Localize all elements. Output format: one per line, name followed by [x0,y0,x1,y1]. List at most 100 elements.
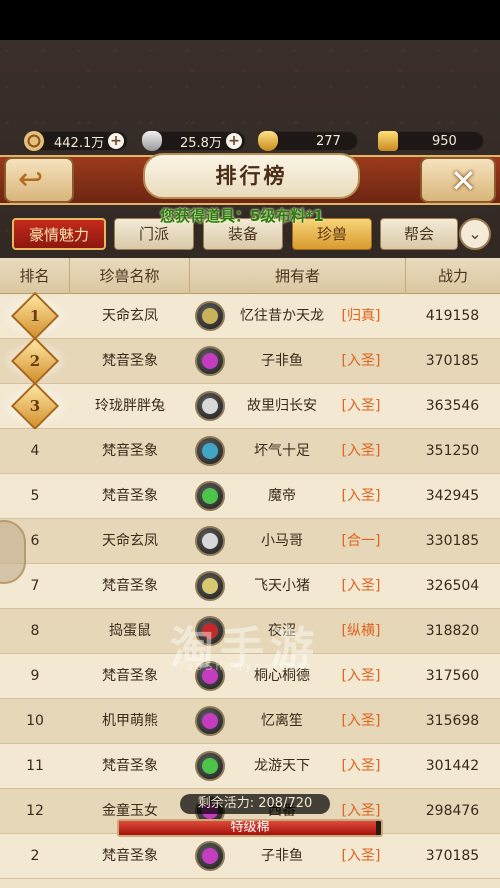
table-row[interactable]: 5 梵音圣象 魔帝 [入圣] 342945 [0,474,500,519]
power-cell: 326504 [425,578,480,594]
pet-avatar-icon[interactable] [195,301,225,331]
chevron-down-icon[interactable]: ⌄ [459,218,491,250]
table-row[interactable]: 2 梵音圣象 子非鱼 [入圣] 370185 [0,834,500,879]
add-silver-button[interactable]: + [226,133,242,149]
coins-display: 442.1万 + [22,128,132,154]
watermark-sub: TaoShouyou.com [178,660,314,673]
owner-cell: 龙游天下 [254,758,310,774]
power-cell: 301442 [425,758,480,774]
pet-name-cell: 梵音圣象 [102,443,158,459]
power-cell: 419158 [425,308,480,324]
pet-avatar-icon[interactable] [195,391,225,421]
power-cell: 370185 [425,353,480,369]
pet-name-cell: 机甲萌熊 [102,713,158,729]
power-cell: 298476 [425,803,480,819]
add-coins-button[interactable]: + [108,133,124,149]
back-arrow-icon: ↩ [18,162,44,197]
table-row[interactable]: 6 天命玄凤 小马哥 [合一] 330185 [0,519,500,564]
rank-cell: 10 [26,713,44,729]
rank-cell: 3 [29,397,41,415]
pet-name-cell: 梵音圣象 [102,848,158,864]
back-button[interactable]: ↩ [4,157,74,203]
faction-cell: [入圣] [341,578,381,594]
faction-cell: [入圣] [341,398,381,414]
pet-avatar-icon[interactable] [195,751,225,781]
faction-cell: [纵横] [341,623,381,639]
rank-cell: 9 [30,668,40,684]
gold-display: 277 [258,128,358,154]
owner-cell: 魔帝 [268,488,296,504]
rank-cell: 4 [30,443,40,459]
table-row[interactable]: 10 机甲萌熊 忆离笙 [入圣] 315698 [0,699,500,744]
pet-name-cell: 梵音圣象 [102,578,158,594]
owner-cell: 忆往昔か天龙 [240,308,324,324]
faction-cell: [入圣] [341,443,381,459]
page-title: 排行榜 [215,163,288,188]
gold-ingot-icon [258,131,278,151]
close-button[interactable]: ✕ [420,157,496,203]
table-row[interactable]: 3 玲珑胖胖兔 故里归长安 [入圣] 363546 [0,381,500,431]
rank-cell: 12 [26,803,44,819]
silver-display: 25.8万 + [140,128,250,154]
owner-cell: 故里归长安 [247,398,317,414]
owner-cell: 坏气十足 [254,443,310,459]
power-cell: 351250 [425,443,480,459]
pet-name-cell: 天命玄凤 [102,533,158,549]
faction-cell: [入圣] [341,353,381,369]
pet-name-cell: 天命玄凤 [102,308,158,324]
faction-cell: [入圣] [341,848,381,864]
pet-avatar-icon[interactable] [195,706,225,736]
progress-bar: 特级棉 [117,819,383,837]
table-row[interactable]: 4 梵音圣象 坏气十足 [入圣] 351250 [0,429,500,474]
gift-value: 950 [432,133,457,149]
progress-label: 特级棉 [230,820,270,835]
lock-chest-icon [378,131,398,151]
title-plate: 排行榜 [143,153,360,199]
rank-cell: 5 [30,488,40,504]
owner-cell: 子非鱼 [261,353,303,369]
table-header: 排名 珍兽名称 拥有者 战力 [0,258,500,294]
table-row[interactable]: 11 梵音圣象 龙游天下 [入圣] 301442 [0,744,500,789]
power-cell: 363546 [425,398,480,414]
tab-charm[interactable]: 豪情魅力 [12,218,106,250]
pet-name-cell: 玲珑胖胖兔 [95,398,165,414]
pet-avatar-icon[interactable] [195,526,225,556]
pet-avatar-icon[interactable] [195,436,225,466]
power-cell: 318820 [425,623,480,639]
power-cell: 315698 [425,713,480,729]
rank-cell: 8 [30,623,40,639]
side-drawer-handle[interactable] [0,520,26,584]
pet-name-cell: 梵音圣象 [102,758,158,774]
pet-avatar-icon[interactable] [195,481,225,511]
pet-name-cell: 梵音圣象 [102,488,158,504]
silver-value: 25.8万 [180,135,222,151]
coins-value: 442.1万 [54,135,105,151]
rank-cell: 11 [26,758,44,774]
status-bar [0,0,500,40]
rank-cell: 1 [29,307,41,325]
tab-guild[interactable]: 帮会 [380,218,458,250]
pet-avatar-icon[interactable] [195,346,225,376]
faction-cell: [归真] [341,308,381,324]
gift-display: 950 [376,128,486,154]
col-pet-name: 珍兽名称 [70,258,190,294]
faction-cell: [入圣] [341,668,381,684]
power-cell: 330185 [425,533,480,549]
faction-cell: [入圣] [341,758,381,774]
pet-avatar-icon[interactable] [195,571,225,601]
pet-avatar-icon[interactable] [195,841,225,871]
rank-cell: 2 [30,848,40,864]
energy-label-text: 剩余活力: [197,796,255,811]
owner-cell: 子非鱼 [261,848,303,864]
table-row[interactable]: 1 天命玄凤 忆往昔か天龙 [归真] 419158 [0,291,500,341]
table-row[interactable]: 2 梵音圣象 子非鱼 [入圣] 370185 [0,336,500,386]
col-owner: 拥有者 [190,258,406,294]
energy-label: 剩余活力: 208/720 [180,794,330,814]
faction-cell: [入圣] [341,488,381,504]
col-power: 战力 [437,267,468,285]
power-cell: 370185 [425,848,480,864]
table-row[interactable]: 7 梵音圣象 飞天小猪 [入圣] 326504 [0,564,500,609]
owner-cell: 飞天小猪 [254,578,310,594]
item-notice: 您获得道具：5级布料*1 [160,207,324,225]
owner-cell: 忆离笙 [261,713,303,729]
